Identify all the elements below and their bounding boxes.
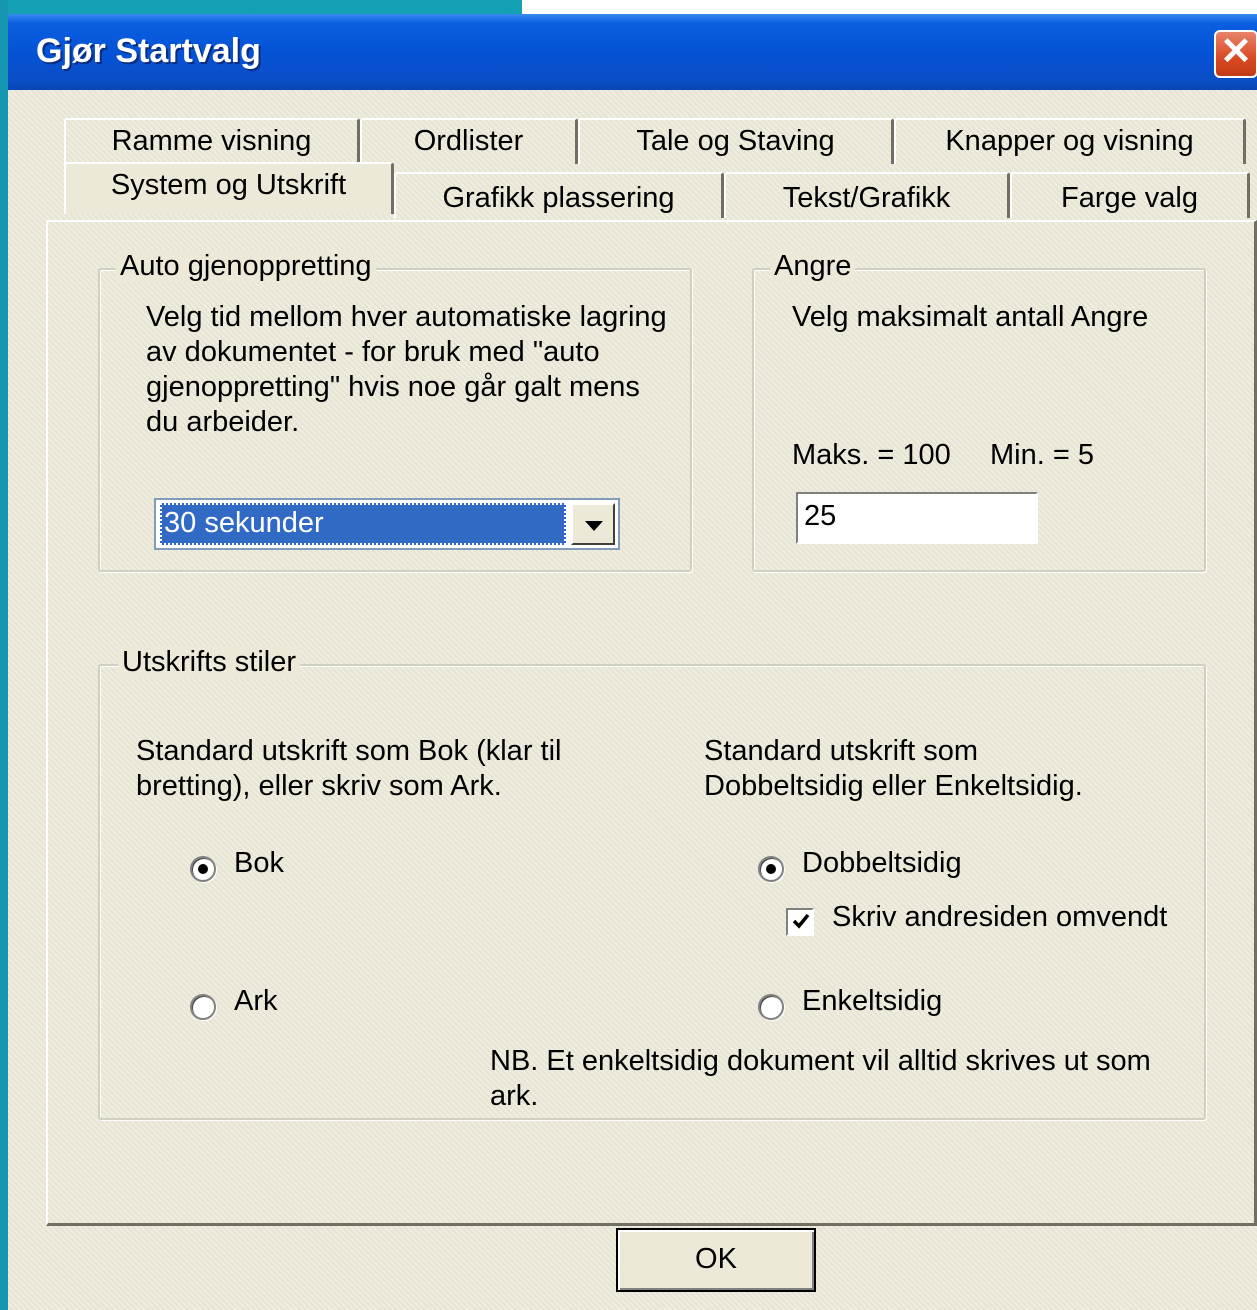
duplex-radio[interactable] [758,856,784,882]
autosave-interval-dropdown[interactable]: 30 sekunder [154,498,620,550]
book-label[interactable]: Bok [234,846,284,881]
auto-recovery-group: Auto gjenoppretting Velg tid mellom hver… [98,250,692,572]
undo-description: Velg maksimalt antall Angre [792,301,1149,333]
autosave-interval-value: 30 sekunder [160,503,566,545]
simplex-note: NB. Et enkeltsidig dokument vil alltid s… [490,1045,1151,1112]
reverse-second-side-checkbox[interactable] [786,908,814,936]
auto-recovery-description-line-1: Velg tid mellom hver automatiske lagring [146,301,667,333]
auto-recovery-title: Auto gjenoppretting [116,250,376,283]
auto-recovery-description-line-2: av dokumentet - for bruk med "auto [146,336,600,368]
tab-panel-system-og-utskrift: Auto gjenoppretting Velg tid mellom hver… [46,220,1257,1226]
duplex-description-line-1: Standard utskrift som [704,735,978,767]
tab-ramme-visning[interactable]: Ramme visning [64,118,360,164]
desktop-background-left [0,0,8,1310]
duplex-description-line-2: Dobbeltsidig eller Enkeltsidig. [704,770,1083,802]
tab-knapper-og-visning[interactable]: Knapper og visning [894,118,1246,164]
undo-group: Angre Velg maksimalt antall Angre Maks. … [752,250,1206,572]
undo-title: Angre [770,250,856,283]
settings-dialog: Gjør Startvalg ✕ Ramme visning Ordlister… [8,14,1257,1310]
duplex-label[interactable]: Dobbeltsidig [802,846,962,881]
tab-grafikk-plassering[interactable]: Grafikk plassering [394,172,724,218]
undo-count-input[interactable]: 25 [796,492,1038,544]
sheet-radio[interactable] [190,994,216,1020]
print-styles-title: Utskrifts stiler [118,646,300,679]
undo-min-label: Min. = 5 [990,439,1094,471]
window-title: Gjør Startvalg [36,32,261,70]
title-bar[interactable]: Gjør Startvalg ✕ [8,14,1257,90]
book-radio[interactable] [190,856,216,882]
undo-max-label: Maks. = 100 [792,439,951,471]
tab-tale-og-staving[interactable]: Tale og Staving [578,118,894,164]
book-sheet-description-line-1: Standard utskrift som Bok (klar til [136,735,562,767]
auto-recovery-description-line-4: du arbeider. [146,406,300,438]
sheet-label[interactable]: Ark [234,984,278,1019]
print-styles-group: Utskrifts stiler Standard utskrift som B… [98,646,1206,1120]
chevron-down-icon[interactable] [571,503,615,545]
tab-farge-valg[interactable]: Farge valg [1010,172,1250,218]
book-sheet-description-line-2: bretting), eller skriv som Ark. [136,770,502,802]
checkmark-icon [792,913,810,929]
tab-system-og-utskrift[interactable]: System og Utskrift [64,162,394,214]
close-button[interactable]: ✕ [1214,30,1257,78]
ok-button[interactable]: OK [616,1228,816,1292]
tab-ordlister[interactable]: Ordlister [360,118,578,164]
reverse-second-side-label[interactable]: Skriv andresiden omvendt [832,900,1167,935]
simplex-radio[interactable] [758,994,784,1020]
simplex-label[interactable]: Enkeltsidig [802,984,942,1019]
auto-recovery-description-line-3: gjenoppretting" hvis noe går galt mens [146,371,640,403]
desktop-background-top [0,0,522,14]
tab-tekst-grafikk[interactable]: Tekst/Grafikk [724,172,1010,218]
dialog-client-area: Ramme visning Ordlister Tale og Staving … [38,106,1257,1226]
